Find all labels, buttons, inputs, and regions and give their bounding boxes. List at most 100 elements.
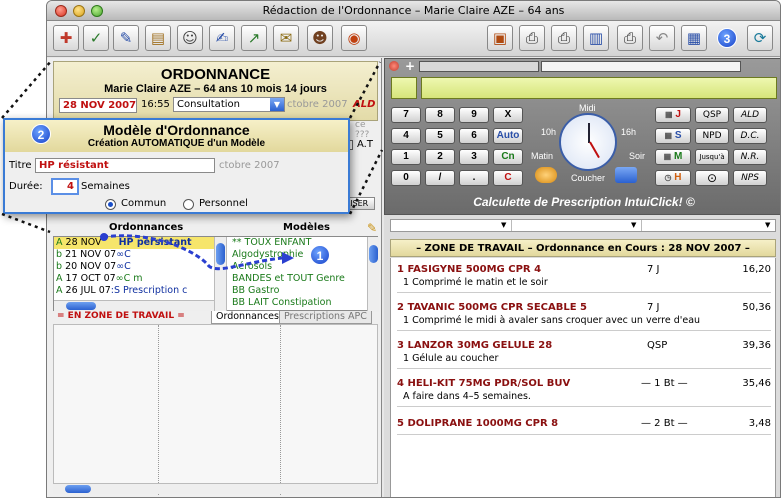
key-qsp[interactable]: QSP [695, 107, 729, 123]
scroll-thumb[interactable] [216, 243, 225, 265]
calendar-icon[interactable]: ▦ [681, 25, 707, 51]
key-dc[interactable]: D.C. [733, 128, 767, 144]
key-heure[interactable]: ◷ H [655, 170, 691, 186]
calc-input-top[interactable] [541, 61, 741, 72]
close-button[interactable] [55, 5, 67, 17]
medication-row[interactable]: 4 HELI-KIT 75MG PDR/SOL BUV — 1 Bt — 35,… [397, 378, 771, 402]
duree-input[interactable]: 4 [51, 178, 79, 195]
chart-icon[interactable]: ↗ [241, 25, 267, 51]
trash-icon[interactable]: ▥ [583, 25, 609, 51]
list-item[interactable]: BB LAIT Constipation [230, 297, 379, 309]
ordonnances-vscrollbar[interactable] [214, 237, 226, 312]
ald-label: ALD [353, 99, 376, 110]
ghost-ce-text: ce ??? [355, 120, 370, 140]
list-item[interactable]: BB Gastro [230, 285, 379, 297]
key-nps[interactable]: NPS [733, 170, 767, 186]
refresh-icon[interactable]: ⟳ [747, 25, 773, 51]
scroll-thumb[interactable] [66, 302, 96, 310]
clock-icon[interactable] [559, 113, 617, 171]
ordonnances-hscrollbar[interactable] [54, 300, 214, 311]
key-jusqua[interactable]: Jusqu'à [695, 149, 729, 165]
chevron-down-icon[interactable]: ▼ [501, 221, 506, 229]
list-item[interactable]: BANDES et TOUT Genre [230, 273, 379, 285]
moon-icon[interactable] [615, 167, 637, 183]
modeles-vscrollbar[interactable] [367, 237, 379, 312]
medication-row[interactable]: 5 DOLIPRANE 1000MG CPR 8 — 2 Bt — 3,48 [397, 418, 771, 429]
key-3[interactable]: 3 [459, 149, 489, 165]
document-icon[interactable]: ✉ [273, 25, 299, 51]
key-4[interactable]: 4 [391, 128, 421, 144]
portrait-icon[interactable]: ☻ [307, 25, 333, 51]
medication-row[interactable]: 1 FASIGYNE 500MG CPR 4 7 J 16,20 1 Compr… [397, 264, 771, 288]
checklist-icon[interactable]: ✓ [83, 25, 109, 51]
key-clear[interactable]: C [493, 170, 523, 186]
title-bar: Rédaction de l'Ordonnance – Marie Claire… [47, 1, 780, 21]
key-5[interactable]: 5 [425, 128, 455, 144]
folder-icon[interactable]: ▤ [145, 25, 171, 51]
toggle-icon[interactable]: ⊙ [695, 170, 729, 186]
modeles-list: ** TOUX ENFANT Algodystrophie Aérosols B… [230, 237, 379, 312]
undo-icon[interactable]: ↶ [649, 25, 675, 51]
select-bar[interactable]: ▼ ▼ ▼ [390, 219, 776, 232]
key-cn[interactable]: Cn [493, 149, 523, 165]
list-item[interactable]: A 26 JUL 07:S Prescription c [54, 285, 226, 297]
key-divide[interactable]: / [425, 170, 455, 186]
key-auto[interactable]: Auto [493, 128, 523, 144]
list-item[interactable]: Aérosols [230, 261, 379, 273]
owl-icon[interactable]: ◉ [341, 25, 367, 51]
medication-row[interactable]: 3 LANZOR 30MG GELULE 28 QSP 39,36 1 Gélu… [397, 340, 771, 364]
chevron-down-icon[interactable]: ▼ [631, 221, 636, 229]
key-8[interactable]: 8 [425, 107, 455, 123]
person-icon[interactable]: ☺ [177, 25, 203, 51]
pencil-icon[interactable]: ✎ [367, 221, 377, 235]
close-icon[interactable] [389, 61, 399, 71]
pen-icon[interactable]: ✍ [209, 25, 235, 51]
tab-prescriptions-apc[interactable]: Prescriptions APC [279, 311, 372, 324]
key-9[interactable]: 9 [459, 107, 489, 123]
radio-personnel[interactable] [183, 199, 194, 210]
chevron-down-icon[interactable]: ▼ [270, 98, 284, 111]
key-2[interactable]: 2 [425, 149, 455, 165]
radio-commun[interactable] [105, 199, 116, 210]
sun-icon[interactable] [535, 167, 557, 183]
key-mois[interactable]: ▦ M [655, 149, 691, 165]
callout-badge-1: 1 [310, 245, 330, 265]
chevron-down-icon[interactable]: ▼ [765, 221, 770, 229]
list-item[interactable]: b 20 NOV 07∞C [54, 261, 226, 273]
list-item[interactable]: ** TOUX ENFANT [230, 237, 379, 249]
scroll-thumb[interactable] [65, 485, 91, 493]
key-jour[interactable]: ▦ J [655, 107, 691, 123]
printer-icon[interactable]: ⎙ [519, 25, 545, 51]
book-icon[interactable]: ▣ [487, 25, 513, 51]
key-7[interactable]: 7 [391, 107, 421, 123]
medication-row[interactable]: 2 TAVANIC 500MG CPR SECABLE 5 7 J 50,36 … [397, 302, 771, 326]
tab-ordonnances[interactable]: Ordonnances [211, 311, 284, 324]
plus-icon[interactable]: + [405, 59, 415, 73]
callout-badge-3: 3 [717, 28, 737, 48]
print-icon[interactable]: ⎙ [617, 25, 643, 51]
key-6[interactable]: 6 [459, 128, 489, 144]
key-ald[interactable]: ALD [733, 107, 767, 123]
printer-alt-icon[interactable]: ⎙ [551, 25, 577, 51]
key-multiply[interactable]: X [493, 107, 523, 123]
calc-tab[interactable] [419, 61, 539, 72]
key-npd[interactable]: NPD [695, 128, 729, 144]
zoom-button[interactable] [91, 5, 103, 17]
bottom-hscrollbar[interactable] [53, 483, 378, 494]
scroll-thumb[interactable] [369, 245, 378, 263]
key-semaine[interactable]: ▦ S [655, 128, 691, 144]
consultation-select[interactable]: Consultation ▼ [173, 97, 285, 112]
key-0[interactable]: 0 [391, 170, 421, 186]
date-field[interactable]: 28 NOV 2007 [59, 98, 137, 113]
key-nr[interactable]: N.R. [733, 149, 767, 165]
minimize-button[interactable] [73, 5, 85, 17]
key-dot[interactable]: . [459, 170, 489, 186]
list-item[interactable]: A 28 NOV HP persistant [54, 237, 226, 249]
titre-input[interactable]: HP résistant [35, 158, 215, 173]
list-item[interactable]: Algodystrophie [230, 249, 379, 261]
list-item[interactable]: b 21 NOV 07∞C [54, 249, 226, 261]
key-1[interactable]: 1 [391, 149, 421, 165]
list-item[interactable]: A 17 OCT 07∞C m [54, 273, 226, 285]
notepad-icon[interactable]: ✎ [113, 25, 139, 51]
stethoscope-icon[interactable]: ✚ [53, 25, 79, 51]
